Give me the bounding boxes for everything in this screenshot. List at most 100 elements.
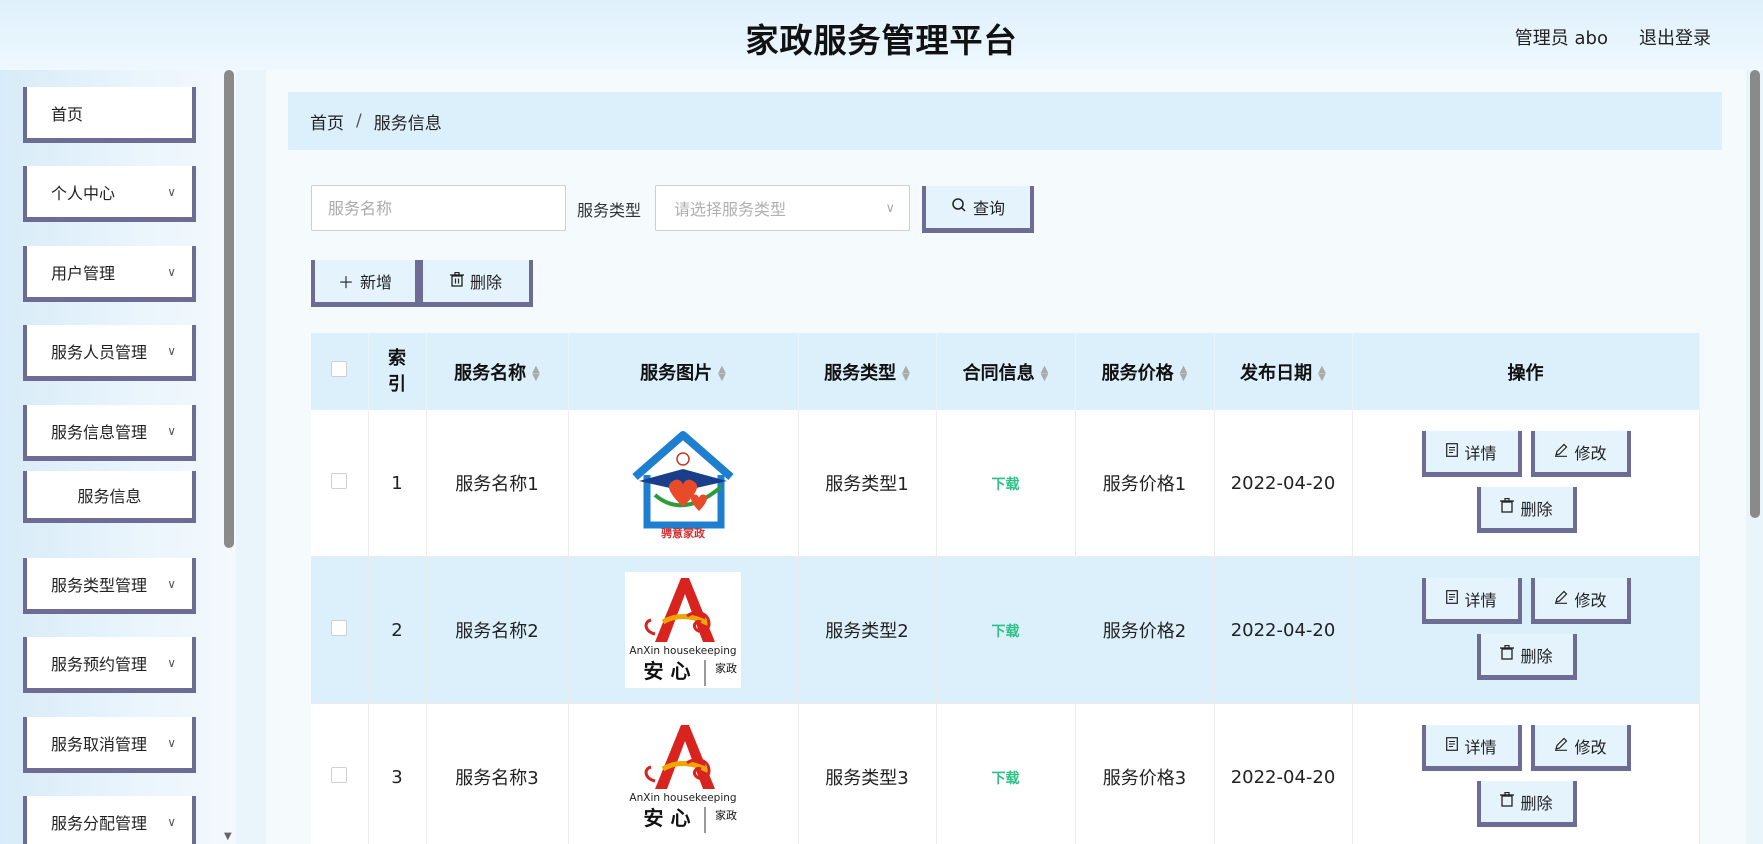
cell-type: 服务类型1 [798,410,937,557]
col-type[interactable]: 服务类型 ▲ ▼ [798,333,937,410]
cell-contract: 下载 [936,703,1076,844]
col-image-label: 服务图片 [640,362,713,384]
service-name-input[interactable] [311,185,566,231]
sidebar-scrollbar[interactable] [224,70,234,548]
sort-icon[interactable]: ▲ ▼ [902,364,910,382]
sidebar-item-profile[interactable]: 个人中心 ∨ [23,166,196,222]
detail-button-label: 详情 [1464,737,1497,757]
breadcrumb-separator: / [356,111,362,131]
chevron-down-icon: ∨ [167,655,176,670]
logout-link[interactable]: 退出登录 [1639,24,1711,50]
cell-name: 服务名称1 [426,410,569,557]
cell-price: 服务价格2 [1075,556,1215,704]
breadcrumb-current: 服务信息 [373,113,442,134]
cell-image: AnXin housekeeping 安 心 家政 [568,556,799,704]
select-all-checkbox[interactable] [331,361,348,377]
edit-button[interactable]: 修改 [1530,725,1631,771]
document-icon [1446,442,1459,461]
sidebar-item-service-type[interactable]: 服务类型管理 ∨ [23,558,196,614]
cell-type: 服务类型2 [798,556,937,704]
sort-icon[interactable]: ▲ ▼ [1180,364,1188,382]
col-price[interactable]: 服务价格 ▲ ▼ [1075,333,1215,410]
col-name[interactable]: 服务名称 ▲ ▼ [426,333,569,410]
col-ops: 操作 [1352,333,1700,410]
cell-ops: 详情 修改 删除 [1352,410,1700,557]
col-image[interactable]: 服务图片 ▲ ▼ [568,333,799,410]
edit-button-label: 修改 [1574,443,1607,463]
sidebar-item-cancel[interactable]: 服务取消管理 ∨ [23,717,196,773]
row-delete-button[interactable]: 删除 [1476,487,1577,533]
row-delete-button[interactable]: 删除 [1476,634,1577,680]
cell-contract: 下载 [936,556,1076,704]
row-checkbox[interactable] [331,766,348,783]
anxin-side-text: 家政 [715,808,737,822]
sidebar-subitem-service-info[interactable]: 服务信息 [23,471,196,523]
col-contract[interactable]: 合同信息 ▲ ▼ [936,333,1076,410]
plus-icon: ＋ [337,273,354,292]
sort-icon[interactable]: ▲ ▼ [1318,364,1326,382]
app-title: 家政服务管理平台 [745,21,1018,60]
table-row: 2 服务名称2 AnXin housekeeping 安 心 家政 服务类型2 … [311,556,1700,704]
batch-delete-button[interactable]: 删除 [419,260,533,307]
download-link[interactable]: 下载 [992,477,1020,493]
edit-button[interactable]: 修改 [1530,578,1631,624]
sidebar-item-booking[interactable]: 服务预约管理 ∨ [23,637,196,693]
cell-image: 骋意家政 [568,410,799,557]
cell-name: 服务名称3 [426,703,569,844]
service-type-select[interactable]: 请选择服务类型 ∨ [655,185,910,231]
chevron-down-icon: ∨ [167,576,176,591]
edit-button-label: 修改 [1574,737,1607,757]
service-type-placeholder: 请选择服务类型 [674,200,787,219]
cell-index: 3 [368,703,427,844]
sidebar-item-assign[interactable]: 服务分配管理 ∨ [23,796,196,844]
row-checkbox[interactable] [331,619,348,636]
cell-ops: 详情 修改 删除 [1352,556,1700,704]
row-delete-button[interactable]: 删除 [1476,781,1577,827]
detail-button[interactable]: 详情 [1421,725,1522,771]
breadcrumb: 首页 / 服务信息 [288,92,1722,150]
query-button[interactable]: 查询 [922,186,1034,233]
row-checkbox[interactable] [331,472,348,489]
col-date-label: 发布日期 [1240,362,1313,384]
sidebar-item-home[interactable]: 首页 [23,87,196,143]
sidebar-item-label: 个人中心 [51,183,116,203]
anxin-en-text: AnXin housekeeping [629,645,736,657]
sidebar-item-service-info-mgmt[interactable]: 服务信息管理 ∨ [23,405,196,461]
table-row: 3 服务名称3 AnXin housekeeping 安 心 家政 服务类型3 … [311,703,1700,844]
sidebar-item-staff[interactable]: 服务人员管理 ∨ [23,325,196,381]
trash-icon [1500,644,1515,664]
sort-icon[interactable]: ▲ ▼ [718,364,726,382]
top-header: 家政服务管理平台 管理员 abo 退出登录 [0,0,1763,70]
edit-button-label: 修改 [1574,590,1607,610]
cell-type: 服务类型3 [798,703,937,844]
col-date[interactable]: 发布日期 ▲ ▼ [1214,333,1353,410]
sort-icon[interactable]: ▲ ▼ [1041,364,1049,382]
cell-image: AnXin housekeeping 安 心 家政 [568,703,799,844]
cell-contract: 下载 [936,410,1076,557]
service-logo-anxin-image: AnXin housekeeping 安 心 家政 [625,572,741,688]
yixi-logo-text: 骋意家政 [661,526,706,540]
chevron-down-icon: ∨ [167,423,176,438]
breadcrumb-home[interactable]: 首页 [310,109,344,134]
document-icon [1446,736,1459,755]
add-button-label: 新增 [360,273,393,292]
main-scrollbar[interactable] [1750,70,1760,518]
download-link[interactable]: 下载 [992,624,1020,640]
scroll-down-arrow-icon[interactable]: ▼ [224,831,232,842]
download-link[interactable]: 下载 [992,771,1020,787]
sidebar-item-users[interactable]: 用户管理 ∨ [23,246,196,302]
service-logo-anxin-image: AnXin housekeeping 安 心 家政 [625,719,741,835]
edit-button[interactable]: 修改 [1530,431,1631,477]
chevron-down-icon: ∨ [167,343,176,358]
detail-button[interactable]: 详情 [1421,578,1522,624]
add-button[interactable]: ＋ 新增 [311,260,419,307]
pencil-icon [1554,442,1568,461]
anxin-cn-text: 安 心 [644,659,691,683]
sidebar-item-label: 服务人员管理 [51,342,148,362]
row-delete-button-label: 删除 [1520,793,1553,813]
row-delete-button-label: 删除 [1520,646,1553,666]
col-type-label: 服务类型 [824,362,897,384]
chevron-down-icon: ∨ [167,814,176,829]
sort-icon[interactable]: ▲ ▼ [532,364,540,382]
detail-button[interactable]: 详情 [1421,431,1522,477]
